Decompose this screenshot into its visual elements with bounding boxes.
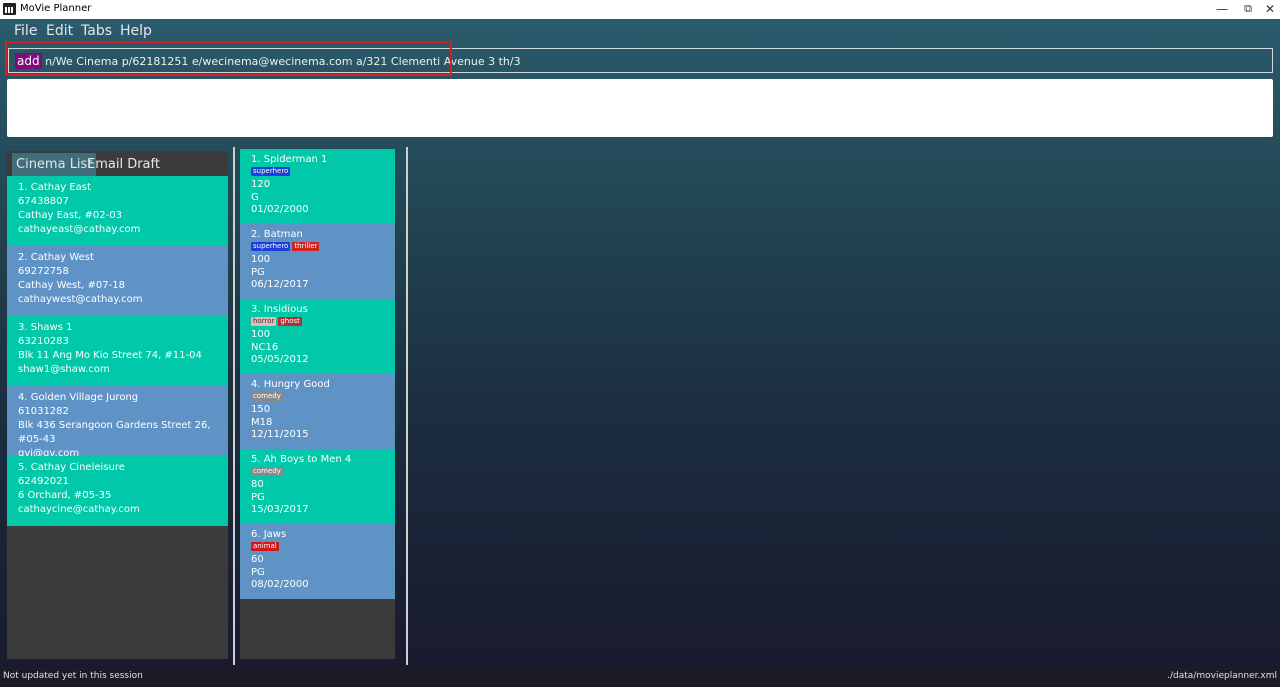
movie-rating: G	[251, 191, 259, 203]
movie-title: 2. Batman	[251, 229, 303, 240]
cinema-address: Cathay West, #07-18	[18, 280, 125, 291]
cinema-card[interactable]: 2. Cathay West 69272758 Cathay West, #07…	[7, 246, 228, 316]
command-highlight-annotation	[5, 41, 452, 76]
movie-tags: comedy	[251, 392, 384, 405]
cinema-card[interactable]: 1. Cathay East 67438807 Cathay East, #02…	[7, 176, 228, 246]
restore-button[interactable]: ⧉	[1240, 1, 1256, 17]
movie-rating: NC16	[251, 341, 279, 353]
movie-card[interactable]: 2. Batman superhero thriller 100 PG 06/12…	[240, 224, 395, 299]
movie-rating: PG	[251, 266, 265, 278]
menu-help[interactable]: Help	[120, 23, 152, 39]
movie-card[interactable]: 4. Hungry Good comedy 150 M18 12/11/2015	[240, 374, 395, 449]
menu-file[interactable]: File	[14, 23, 37, 39]
movie-duration: 120	[251, 179, 271, 190]
movie-title: 1. Spiderman 1	[251, 154, 328, 165]
movie-card[interactable]: 5. Ah Boys to Men 4 comedy 80 PG 15/03/2…	[240, 449, 395, 524]
movie-duration: 100	[251, 329, 271, 340]
title-bar: MoVie Planner — ⧉ ✕	[0, 0, 1280, 19]
cinema-card[interactable]: 4. Golden Village Jurong 61031282 Blk 43…	[7, 386, 228, 459]
file-path: ./data/movieplanner.xml	[1167, 671, 1277, 681]
cinema-name: 5. Cathay Cineleisure	[18, 462, 125, 473]
movie-title: 6. Jaws	[251, 529, 287, 540]
movie-card[interactable]: 1. Spiderman 1 superhero 120 G 01/02/200…	[240, 149, 395, 224]
status-bar: Not updated yet in this session ./data/m…	[0, 667, 1280, 687]
tag: superhero	[251, 242, 291, 251]
cinema-address: Blk 11 Ang Mo Kio Street 74, #11-04	[18, 350, 202, 361]
movie-card[interactable]: 3. Insidious horror ghost 100 NC16 05/05/…	[240, 299, 395, 374]
tag: thriller	[292, 242, 320, 251]
movie-duration: 80	[251, 479, 264, 490]
cinema-name: 2. Cathay West	[18, 252, 94, 263]
movie-title: 5. Ah Boys to Men 4	[251, 454, 352, 465]
cinema-email: cathayeast@cathay.com	[18, 224, 141, 235]
tag: comedy	[251, 392, 283, 401]
movie-rating: PG	[251, 491, 265, 503]
cinema-address: Cathay East, #02-03	[18, 210, 122, 221]
movie-tags: horror ghost	[251, 317, 384, 330]
movie-date: 12/11/2015	[251, 429, 309, 440]
tag: horror	[251, 317, 277, 326]
movie-rating: PG	[251, 566, 265, 578]
panel-divider[interactable]	[406, 147, 408, 665]
movie-tags: superhero thriller	[251, 242, 384, 255]
tag: comedy	[251, 467, 283, 476]
cinema-phone: 61031282	[18, 406, 69, 417]
menu-edit[interactable]: Edit	[46, 23, 73, 39]
cinema-card[interactable]: 5. Cathay Cineleisure 62492021 6 Orchard…	[7, 456, 228, 526]
cinema-email: cathaywest@cathay.com	[18, 294, 143, 305]
minimize-button[interactable]: —	[1214, 1, 1230, 17]
tab-email-draft[interactable]: Email Draft	[83, 153, 164, 176]
cinema-email: shaw1@shaw.com	[18, 364, 110, 375]
menu-tabs[interactable]: Tabs	[81, 23, 112, 39]
panel-divider[interactable]	[233, 147, 235, 665]
movie-tags: superhero	[251, 167, 384, 180]
app-window: File Edit Tabs Help add n/We Cinema p/62…	[0, 19, 1280, 667]
movie-duration: 150	[251, 404, 271, 415]
movie-date: 06/12/2017	[251, 279, 309, 290]
tag: animal	[251, 542, 279, 551]
cinema-name: 3. Shaws 1	[18, 322, 73, 333]
cinema-phone: 67438807	[18, 196, 69, 207]
movie-duration: 60	[251, 554, 264, 565]
calendar-icon	[3, 3, 16, 15]
movie-date: 01/02/2000	[251, 204, 309, 215]
cinema-card[interactable]: 3. Shaws 1 63210283 Blk 11 Ang Mo Kio St…	[7, 316, 228, 386]
cinema-email: cathaycine@cathay.com	[18, 504, 140, 515]
movie-date: 15/03/2017	[251, 504, 309, 515]
movie-card[interactable]: 6. Jaws animal 60 PG 08/02/2000	[240, 524, 395, 599]
movie-title: 4. Hungry Good	[251, 379, 330, 390]
movie-title: 3. Insidious	[251, 304, 308, 315]
cinema-address: 6 Orchard, #05-35	[18, 490, 112, 501]
window-title: MoVie Planner	[20, 3, 92, 14]
cinema-phone: 69272758	[18, 266, 69, 277]
cinema-phone: 63210283	[18, 336, 69, 347]
tag: ghost	[278, 317, 302, 326]
movie-tags: animal	[251, 542, 384, 555]
movie-date: 08/02/2000	[251, 579, 309, 590]
cinema-phone: 62492021	[18, 476, 69, 487]
movie-date: 05/05/2012	[251, 354, 309, 365]
cinema-name: 4. Golden Village Jurong	[18, 392, 139, 403]
movie-rating: M18	[251, 416, 273, 428]
cinema-name: 1. Cathay East	[18, 182, 91, 193]
movie-tags: comedy	[251, 467, 384, 480]
cinema-address: Blk 436 Serangoon Gardens Street 26, #05…	[18, 420, 211, 445]
tag: superhero	[251, 167, 291, 176]
movie-duration: 100	[251, 254, 271, 265]
sync-status: Not updated yet in this session	[3, 671, 143, 681]
close-button[interactable]: ✕	[1262, 1, 1278, 17]
menu-bar: File Edit Tabs Help	[0, 19, 1280, 43]
result-display	[7, 79, 1273, 137]
